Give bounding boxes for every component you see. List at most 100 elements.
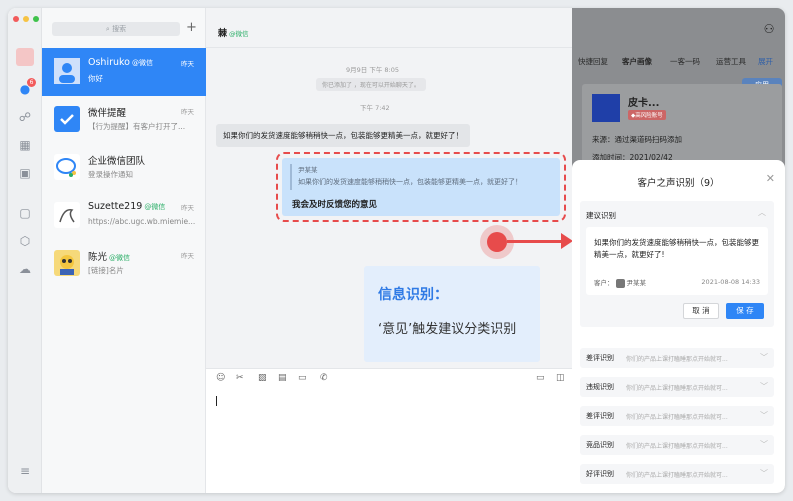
customer-logo	[592, 94, 620, 122]
conversation-preview: [链接]名片	[88, 266, 124, 275]
pointer-line	[507, 240, 563, 243]
hexagon-icon[interactable]: ⬡	[18, 234, 32, 248]
check-icon	[54, 106, 80, 132]
conversation-time: 昨天	[181, 108, 194, 116]
input-toolbar: ☺ ✂ ▨ ▤ ▭ ✆ ▭ ◫	[206, 368, 572, 386]
source-label: 来源：	[592, 135, 615, 144]
reply-text: 我会及时反馈您的意见	[292, 200, 378, 210]
customer-message[interactable]: 如果你们的发货速度能够稍稍快一点，包装能够更精美一点，就更好了！	[216, 124, 470, 147]
tab-customer-profile[interactable]: 客户画像	[622, 56, 652, 67]
customer-card: 皮卡... ◆高风险账号 来源：通过渠道码扫码添加 添加时间：2021/02/4…	[582, 84, 782, 164]
conversation-time: 昨天	[181, 252, 194, 260]
conversation-item[interactable]: 微伴提醒 昨天 【行为提醒】有客户打开了...	[42, 96, 206, 144]
conversation-preview: 【行为提醒】有客户打开了...	[88, 122, 186, 131]
section-row[interactable]: 差评识别 你们的产品上课打瞌睡那点开始就可... ﹀	[580, 406, 774, 426]
screen-icon[interactable]: ▭	[536, 373, 545, 383]
section-row[interactable]: 竞品识别 你们的产品上课打瞌睡那点开始就可... ﹀	[580, 435, 774, 455]
image-icon[interactable]: ▨	[258, 373, 267, 383]
conversation-item[interactable]: 陈光 @微信 昨天 [链接]名片	[42, 240, 206, 288]
text-caret	[216, 396, 217, 406]
annotation-title: 信息识别：	[378, 287, 448, 303]
phone-icon[interactable]: ✆	[320, 373, 328, 383]
tab-ops-tools[interactable]: 运营工具	[716, 56, 746, 67]
close-dot[interactable]	[13, 16, 19, 22]
chevron-down-icon: ﹀	[760, 411, 768, 420]
app-window: ● 6 ☍ ▦ ▣ ▢ ⬡ ☁ ≡ ⌕ 搜索 + Oshiruko @微信 昨天 …	[8, 8, 785, 493]
timestamp: 9月9日 下午 8:05	[346, 66, 399, 74]
customer-name: 皮卡...	[628, 98, 660, 109]
section-row[interactable]: 差评识别 你们的产品上课打瞌睡那点开始就可... ﹀	[580, 348, 774, 368]
user-avatar	[54, 250, 80, 276]
unread-badge: 6	[27, 78, 36, 87]
menu-icon[interactable]: ≡	[18, 464, 32, 478]
conversation-preview: 登录操作通知	[88, 170, 133, 179]
folder-icon[interactable]: ▭	[298, 373, 307, 383]
quote-text: 如果你们的发货速度能够稍稍快一点，包装能够更精美一点，就更好了！	[298, 178, 522, 186]
customer-info: 客户： 尹某某	[594, 278, 646, 288]
sidebar-icon[interactable]: ◫	[556, 373, 565, 383]
maximize-dot[interactable]	[33, 16, 39, 22]
chevron-down-icon: ﹀	[760, 469, 768, 478]
contacts-icon[interactable]: ☍	[18, 110, 32, 124]
annotation-box: 信息识别： ‘意见’触发建议分类识别	[364, 266, 540, 362]
chat-panel: 棘 @微信 9月9日 下午 8:05 你已添加了 ，现在可以开始聊天了。 下午 7…	[206, 8, 572, 493]
person-icon[interactable]: ⚇	[762, 22, 776, 36]
message-input[interactable]	[206, 386, 572, 493]
suggestion-card: 如果你们的发货速度能够稍稍快一点，包装能够更精美一点，就更好了! 客户： 尹某某 …	[586, 227, 768, 295]
chevron-down-icon: ﹀	[760, 440, 768, 449]
cancel-button[interactable]: 取 消	[683, 303, 719, 319]
suggestion-text: 如果你们的发货速度能够稍稍快一点，包装能够更精美一点，就更好了!	[594, 238, 759, 259]
conversation-name: 陈光 @微信	[88, 252, 131, 263]
section-label: 建议识别	[586, 211, 616, 220]
timestamp: 下午 7:42	[360, 104, 390, 112]
voc-panel: 客户之声识别（9） ✕ 建议识别 ︿ 如果你们的发货速度能够稍稍快一点，包装能够…	[572, 160, 785, 493]
chat-title: 棘 @微信	[218, 29, 249, 39]
conversation-name: 企业微信团队	[88, 156, 146, 167]
minimize-dot[interactable]	[23, 16, 29, 22]
system-message: 你已添加了 ，现在可以开始聊天了。	[316, 78, 426, 91]
quoted-message: 尹某某 如果你们的发货速度能够稍稍快一点，包装能够更精美一点，就更好了！	[290, 164, 552, 190]
my-avatar[interactable]	[16, 48, 34, 66]
left-rail: ● 6 ☍ ▦ ▣ ▢ ⬡ ☁ ≡	[8, 8, 42, 493]
section-row[interactable]: 好评识别 你们的产品上课打瞌睡那点开始就可... ﹀	[580, 464, 774, 484]
chat-header: 棘 @微信	[206, 8, 572, 48]
conversation-name: Oshiruko @微信	[88, 57, 153, 68]
emoji-icon[interactable]: ☺	[216, 373, 225, 383]
conversation-item[interactable]: 企业微信团队 登录操作通知	[42, 144, 206, 192]
scissors-icon[interactable]: ✂	[236, 373, 244, 383]
suggestion-time: 2021-08-08 14:33	[701, 278, 760, 286]
conversation-list: ⌕ 搜索 + Oshiruko @微信 昨天 你好 微伴提醒 昨天 【行为提醒】有…	[42, 8, 206, 493]
wecom-logo-icon	[54, 154, 80, 180]
doc-icon[interactable]: ▢	[18, 206, 32, 220]
agent-message[interactable]: 尹某某 如果你们的发货速度能够稍稍快一点，包装能够更精美一点，就更好了！ 我会及…	[282, 158, 560, 216]
tab-expand[interactable]: 展开	[758, 56, 773, 67]
save-button[interactable]: 保 存	[726, 303, 764, 319]
panel-title: 客户之声识别（9）	[637, 178, 720, 189]
conversation-name: Suzette219 @微信	[88, 201, 166, 212]
chevron-down-icon: ﹀	[760, 353, 768, 362]
tab-quick-reply[interactable]: 快捷回复	[578, 56, 608, 67]
chevron-up-icon[interactable]: ︿	[758, 207, 766, 218]
customer-avatar	[615, 278, 625, 288]
add-icon[interactable]: +	[186, 20, 197, 35]
conversation-name: 微伴提醒	[88, 108, 127, 119]
section-row[interactable]: 违规识别 你们的产品上课打瞌睡那点开始就可... ﹀	[580, 377, 774, 397]
search-input[interactable]: ⌕ 搜索	[52, 22, 180, 36]
suggestion-section: 建议识别 ︿ 如果你们的发货速度能够稍稍快一点，包装能够更精美一点，就更好了! …	[580, 201, 774, 327]
conversation-preview: https://abc.ugc.wb.miemie...	[88, 217, 196, 226]
conversation-item[interactable]: Oshiruko @微信 昨天 你好	[42, 48, 206, 96]
tab-one-code[interactable]: 一客一码	[670, 56, 700, 67]
word-icon[interactable]: ▤	[278, 373, 287, 383]
source-value: 通过渠道码扫码添加	[614, 135, 683, 144]
user-avatar	[54, 202, 80, 228]
apps-icon[interactable]: ▣	[18, 166, 32, 180]
close-icon[interactable]: ✕	[766, 172, 775, 185]
risk-badge: ◆高风险账号	[628, 110, 666, 120]
chevron-down-icon: ﹀	[760, 382, 768, 391]
conversation-time: 昨天	[181, 60, 194, 68]
profile-tabs: 快捷回复 客户画像 一客一码 运营工具 展开	[572, 56, 785, 70]
conversation-item[interactable]: Suzette219 @微信 昨天 https://abc.ugc.wb.miem…	[42, 192, 206, 240]
calendar-icon[interactable]: ▦	[18, 138, 32, 152]
user-avatar	[54, 58, 80, 84]
cloud-icon[interactable]: ☁	[18, 262, 32, 276]
